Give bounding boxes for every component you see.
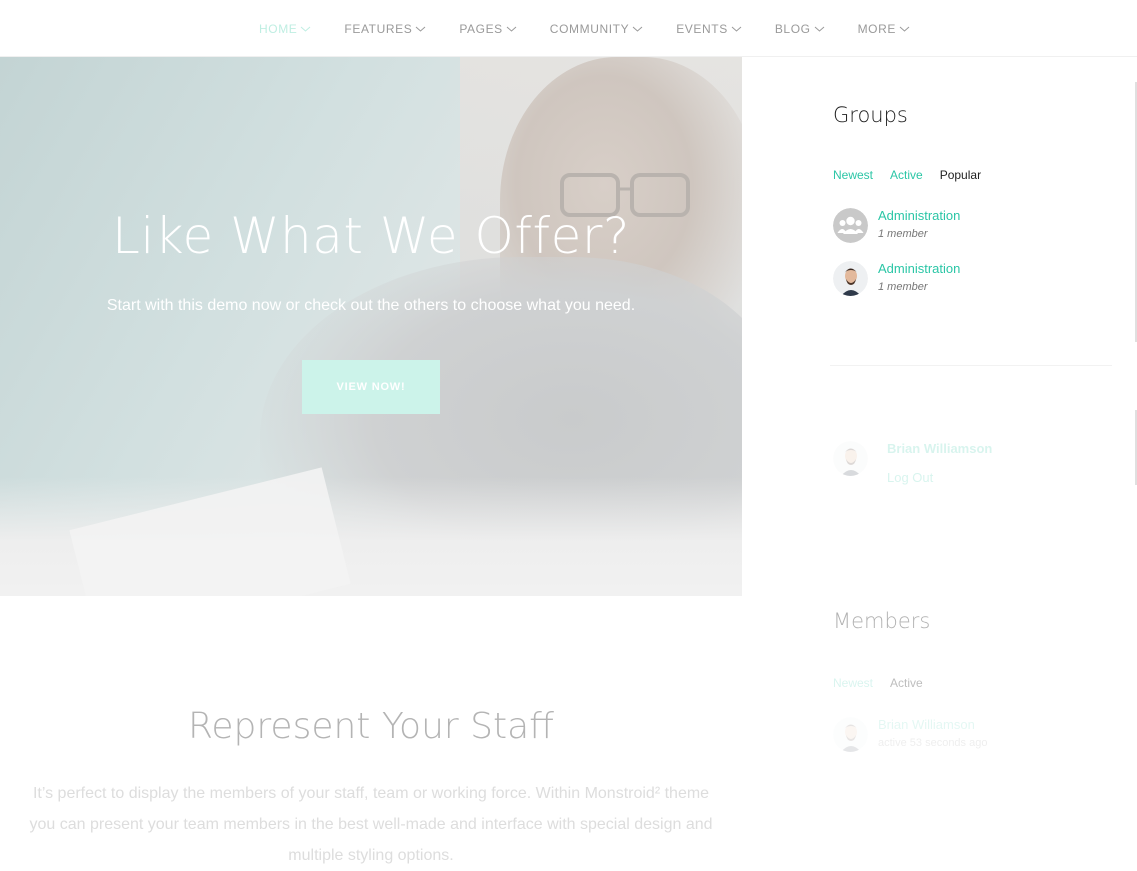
chevron-down-icon — [415, 26, 426, 32]
groups-tab-active[interactable]: Active — [890, 168, 923, 182]
logout-link[interactable]: Log Out — [887, 470, 992, 485]
group-member-count: 1 member — [878, 281, 928, 293]
chevron-down-icon — [899, 26, 910, 32]
group-item-text: Administration 1 member — [878, 261, 960, 293]
chevron-down-icon — [814, 26, 824, 32]
chevron-down-icon — [731, 26, 742, 32]
sidebar: Groups Newest Active Popular Administrat… — [742, 57, 1137, 858]
group-list-item: Administration 1 member — [833, 261, 960, 296]
nav-item-label: BLOG — [774, 21, 811, 36]
nav-menu: HOME FEATURES PAGES COMMUNITY EVENTS BLO… — [259, 0, 943, 57]
member-item-text: Brian Williamson active 53 seconds ago — [878, 717, 987, 749]
account-user-name[interactable]: Brian Williamson — [887, 441, 992, 456]
account-text: Brian Williamson Log Out — [887, 441, 992, 485]
nav-item-label: MORE — [857, 21, 896, 36]
groups-tab-newest[interactable]: Newest — [833, 168, 873, 182]
group-avatar-icon[interactable] — [833, 261, 868, 296]
staff-section-text: It’s perfect to display the members of y… — [29, 785, 713, 864]
member-name-link[interactable]: Brian Williamson — [878, 717, 987, 732]
nav-item-home[interactable]: HOME — [259, 22, 311, 36]
group-list-item: Administration 1 member — [833, 208, 960, 243]
nav-item-label: FEATURES — [344, 21, 413, 36]
nav-item-more[interactable]: MORE — [858, 22, 910, 36]
sidebar-divider — [830, 365, 1112, 366]
nav-item-features[interactable]: FEATURES — [344, 22, 426, 36]
hero-title: Like What We Offer? — [112, 207, 630, 265]
view-now-button[interactable]: VIEW NOW! — [302, 360, 440, 414]
members-tab-active[interactable]: Active — [890, 676, 923, 690]
nav-item-label: EVENTS — [676, 21, 728, 36]
nav-item-blog[interactable]: BLOG — [775, 22, 825, 36]
chevron-down-icon — [632, 26, 643, 32]
nav-item-community[interactable]: COMMUNITY — [550, 22, 643, 36]
group-avatar-icon[interactable] — [833, 208, 868, 243]
nav-item-pages[interactable]: PAGES — [459, 21, 517, 36]
main-navigation: HOME FEATURES PAGES COMMUNITY EVENTS BLO… — [0, 0, 1137, 57]
chevron-down-icon — [506, 26, 517, 32]
group-name-link[interactable]: Administration — [878, 261, 960, 276]
account-widget: Brian Williamson Log Out — [833, 441, 992, 485]
groups-tabs: Newest Active Popular — [833, 168, 998, 182]
chevron-down-icon — [301, 26, 311, 32]
members-tabs: Newest Active — [833, 676, 940, 690]
user-avatar — [833, 441, 868, 476]
members-widget-title: Members — [833, 609, 931, 633]
member-avatar[interactable] — [833, 717, 868, 752]
nav-item-label: PAGES — [459, 21, 503, 36]
hero-subtitle: Start with this demo now or check out th… — [106, 297, 636, 314]
nav-item-label: COMMUNITY — [549, 21, 630, 36]
member-activity: active 53 seconds ago — [878, 737, 988, 749]
nav-item-events[interactable]: EVENTS — [676, 22, 742, 36]
members-tab-newest[interactable]: Newest — [833, 676, 873, 690]
group-name-link[interactable]: Administration — [878, 208, 960, 223]
member-list-item: Brian Williamson active 53 seconds ago — [833, 717, 987, 752]
hero-banner: Like What We Offer? Start with this demo… — [0, 57, 742, 596]
groups-widget-title: Groups — [833, 103, 908, 127]
groups-tab-popular[interactable]: Popular — [940, 168, 981, 182]
staff-section-title: Represent Your Staff — [188, 706, 554, 747]
nav-item-label: HOME — [259, 21, 298, 36]
group-item-text: Administration 1 member — [878, 208, 960, 240]
group-member-count: 1 member — [878, 228, 928, 240]
